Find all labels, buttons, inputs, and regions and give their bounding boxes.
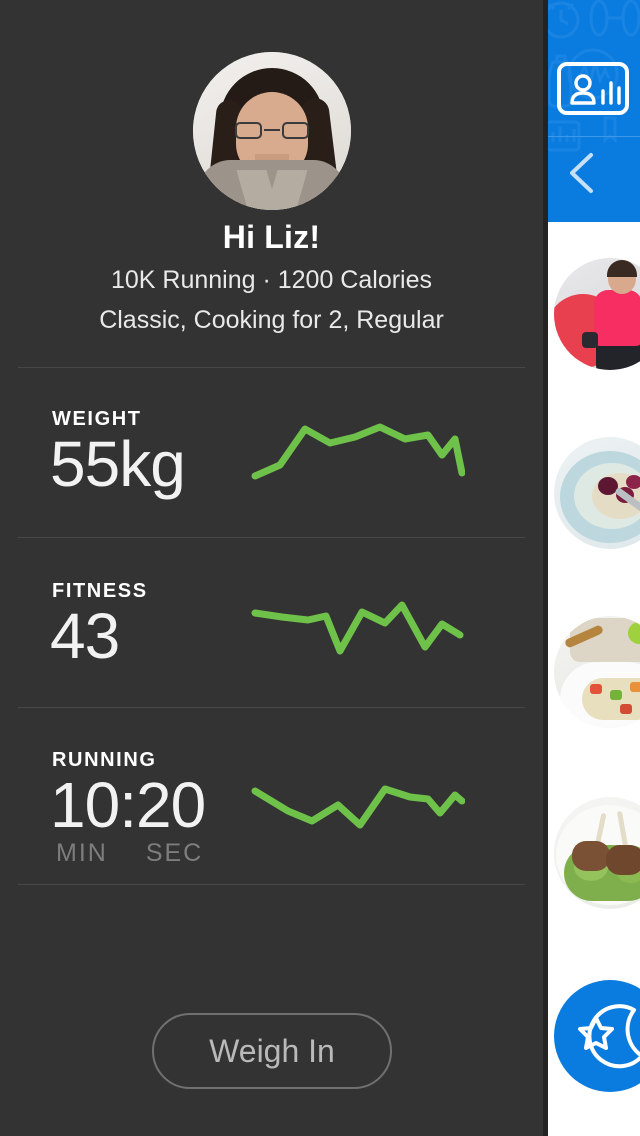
- divider: [18, 537, 525, 538]
- stat-units-running: MIN SEC: [56, 839, 203, 868]
- panel-gap: [543, 0, 548, 1136]
- lamb-chop: [572, 841, 610, 871]
- person-stats-badge-icon[interactable]: [557, 62, 629, 115]
- header-divider: [543, 136, 640, 137]
- avatar[interactable]: [193, 52, 351, 210]
- veggie: [610, 690, 622, 700]
- stat-value-running: 10:20: [50, 769, 206, 841]
- avatar-shirt: [197, 160, 347, 210]
- thumb-torso: [594, 290, 640, 346]
- unit-min: MIN: [56, 839, 108, 867]
- thumb-berry-oatmeal-bowl[interactable]: [554, 437, 640, 549]
- veggie: [630, 682, 640, 692]
- divider: [18, 367, 525, 368]
- berry: [626, 475, 640, 489]
- running-sparkline: [250, 777, 466, 842]
- thumb-lamb-chops-peas[interactable]: [554, 797, 640, 909]
- fitness-sparkline: [250, 591, 465, 662]
- blue-header-panel: [543, 0, 640, 222]
- moon-star-icon[interactable]: [554, 980, 640, 1092]
- preferences-line: Classic, Cooking for 2, Regular: [99, 306, 444, 334]
- weight-sparkline: [250, 415, 466, 486]
- avatar-glasses-icon: [235, 122, 309, 139]
- divider: [18, 707, 525, 708]
- stat-value-weight: 55kg: [50, 428, 186, 500]
- thumb-workout-woman[interactable]: [554, 258, 640, 370]
- veggie: [620, 704, 632, 714]
- greeting-title: Hi Liz!: [222, 219, 321, 255]
- stat-row-weight[interactable]: WEIGHT 55kg: [0, 395, 543, 537]
- avatar-collar-right: [264, 170, 308, 210]
- profile-panel: Hi Liz! 10K Running · 1200 Calories Clas…: [0, 0, 543, 1136]
- thumb-salad-plate[interactable]: [554, 616, 640, 728]
- veggie: [590, 684, 602, 694]
- lamb-chop: [606, 845, 640, 875]
- right-content-column: [543, 0, 640, 1136]
- divider: [18, 884, 525, 885]
- unit-sec: SEC: [145, 839, 204, 867]
- weigh-in-button[interactable]: Weigh In: [152, 1013, 392, 1089]
- chevron-left-icon[interactable]: [563, 150, 603, 196]
- goals-line: 10K Running · 1200 Calories: [110, 266, 433, 294]
- avatar-glasses-bridge: [264, 129, 280, 131]
- dumbbell-shape: [582, 332, 598, 348]
- stat-value-fitness: 43: [50, 600, 120, 672]
- stat-row-running[interactable]: RUNNING 10:20 MIN SEC: [0, 735, 543, 885]
- app-root: Hi Liz! 10K Running · 1200 Calories Clas…: [0, 0, 640, 1136]
- user-avatar-photo[interactable]: [193, 52, 351, 210]
- stat-row-fitness[interactable]: FITNESS 43: [0, 565, 543, 707]
